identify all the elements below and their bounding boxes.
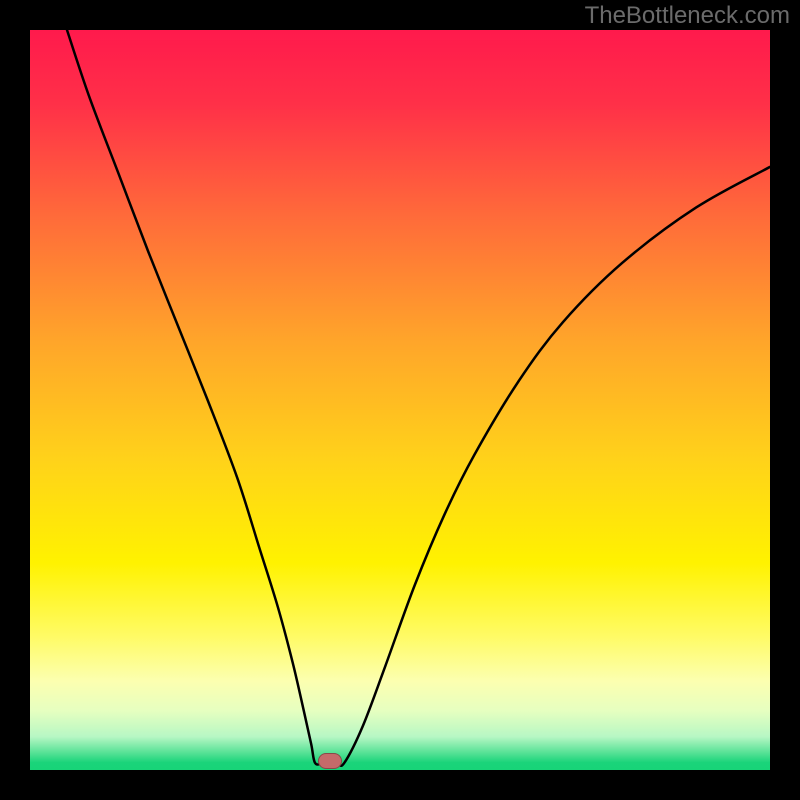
watermark-label: TheBottleneck.com xyxy=(585,2,790,30)
optimal-marker xyxy=(318,753,342,769)
gradient-background xyxy=(30,30,770,770)
plot-svg xyxy=(30,30,770,770)
chart-frame: TheBottleneck.com xyxy=(0,0,800,800)
plot-area xyxy=(30,30,770,770)
